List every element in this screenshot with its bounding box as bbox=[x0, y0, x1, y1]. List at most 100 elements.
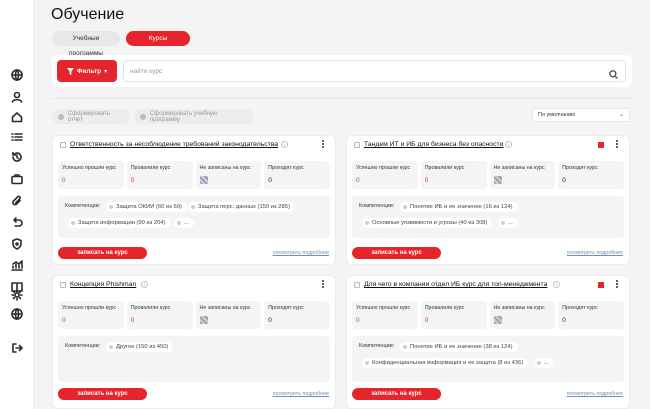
stat-passed: Успешно прошли курс 0 bbox=[352, 301, 418, 329]
details-link[interactable]: посмотреть подробнее bbox=[567, 250, 623, 256]
stat-label: Провалили курс bbox=[130, 305, 171, 311]
home-icon[interactable] bbox=[10, 110, 24, 124]
undo-icon[interactable] bbox=[10, 215, 24, 229]
globe-icon[interactable] bbox=[10, 68, 24, 82]
stat-in-progress: Проходят курс 0 bbox=[558, 301, 624, 329]
competency-chip-more[interactable]: ... bbox=[534, 358, 554, 368]
settings-icon[interactable] bbox=[10, 288, 24, 302]
competencies-label: Компетенции: bbox=[65, 203, 101, 209]
generate-program-button[interactable]: Сформировать учебную программу bbox=[134, 109, 254, 124]
competencies-box: Компетенции: Понятие ИБ и ее значение (1… bbox=[352, 196, 624, 238]
tab-programs[interactable]: Учебные программы bbox=[52, 31, 120, 57]
enroll-button[interactable]: записать на курс bbox=[352, 247, 441, 259]
sort-select[interactable]: По умолчанию ⌄ bbox=[532, 108, 630, 122]
stat-value: 0 bbox=[562, 317, 566, 324]
course-checkbox[interactable] bbox=[60, 142, 66, 148]
details-link[interactable]: посмотреть подробнее bbox=[273, 250, 329, 256]
stat-label: Успешно прошли курс bbox=[62, 165, 117, 171]
stat-failed: Провалили курс 0 bbox=[420, 161, 487, 189]
competency-chip-more[interactable]: ... bbox=[174, 218, 194, 228]
stat-label: Проходят курс bbox=[562, 305, 598, 311]
search-icon[interactable] bbox=[609, 66, 618, 79]
stat-value: 0 bbox=[562, 177, 566, 184]
stat-value: 0 bbox=[62, 317, 66, 324]
stat-label: Не записаны на курс bbox=[493, 305, 545, 311]
details-link[interactable]: посмотреть подробнее bbox=[273, 391, 329, 397]
enroll-button[interactable]: записать на курс bbox=[352, 388, 441, 400]
course-title[interactable]: Для чего в компании отдел ИБ курс для то… bbox=[364, 281, 547, 288]
user-icon[interactable] bbox=[10, 90, 24, 104]
info-icon[interactable]: i bbox=[553, 281, 560, 288]
more-menu-icon[interactable] bbox=[616, 140, 620, 149]
filter-button[interactable]: Фильтр ▾ bbox=[57, 60, 117, 82]
course-card-header: Для чего в компании отдел ИБ курс для то… bbox=[347, 276, 629, 295]
stat-passed: Успешно прошли курс 0 bbox=[352, 161, 418, 189]
main-content: Обучение Учебные программы Курсы Фильтр … bbox=[34, 0, 650, 409]
stat-label: Успешно прошли курс bbox=[356, 305, 411, 311]
globe2-icon[interactable] bbox=[10, 307, 24, 321]
stat-label: Не записаны на курс bbox=[493, 165, 545, 171]
history-icon[interactable] bbox=[10, 150, 24, 164]
competency-chip: Понятие ИБ и ее значение (38 из 124) bbox=[400, 342, 518, 352]
stat-in-progress: Проходят курс 0 bbox=[558, 161, 624, 189]
course-title[interactable]: Концепция Phishman bbox=[70, 281, 136, 288]
filter-button-label: Фильтр bbox=[76, 67, 102, 75]
enroll-button[interactable]: записать на курс bbox=[58, 247, 147, 259]
stat-label: Не записаны на курс bbox=[199, 305, 251, 311]
course-card: Концепция Phishman i Успешно прошли курс… bbox=[52, 275, 336, 409]
stat-not-enrolled: Не записаны на курс bbox=[195, 301, 262, 329]
course-card-header: Концепция Phishman i bbox=[53, 276, 335, 295]
more-menu-icon[interactable] bbox=[322, 280, 326, 289]
list-icon[interactable] bbox=[10, 130, 24, 144]
course-checkbox[interactable] bbox=[354, 282, 360, 288]
generate-program-label: Сформировать учебную программу bbox=[149, 110, 218, 123]
analytics-icon[interactable] bbox=[10, 258, 24, 272]
info-icon[interactable]: i bbox=[281, 141, 288, 148]
course-card-header: Ответственность за несоблюдение требован… bbox=[53, 136, 335, 155]
chevron-down-icon: ▾ bbox=[104, 68, 108, 75]
briefcase-icon[interactable] bbox=[10, 172, 24, 186]
course-card: Тандем ИТ и ИБ для бизнеса без опасности… bbox=[346, 135, 630, 265]
course-checkbox[interactable] bbox=[354, 142, 360, 148]
competency-chip: Другое (150 из 450) bbox=[106, 342, 174, 352]
stat-passed: Успешно прошли курс 0 bbox=[58, 161, 124, 189]
info-icon[interactable]: i bbox=[505, 141, 512, 148]
tab-courses[interactable]: Курсы bbox=[126, 31, 190, 46]
competency-chip-more[interactable]: ... bbox=[498, 218, 518, 228]
stat-label: Провалили курс bbox=[424, 165, 465, 171]
avatar bbox=[493, 316, 502, 324]
info-icon[interactable]: i bbox=[141, 281, 148, 288]
competencies-label: Компетенции: bbox=[65, 343, 101, 349]
search-box bbox=[123, 60, 626, 82]
course-title[interactable]: Ответственность за несоблюдение требован… bbox=[70, 141, 278, 148]
enroll-button[interactable]: записать на курс bbox=[58, 388, 147, 400]
stat-not-enrolled: Не записаны на курс bbox=[489, 161, 556, 189]
plus-icon bbox=[140, 113, 146, 120]
search-input[interactable] bbox=[130, 61, 600, 81]
competencies-box: Компетенции: Понятие ИБ и ее значение (3… bbox=[352, 336, 624, 382]
competency-chip: Понятие ИБ и ее значение (16 из 124) bbox=[400, 202, 518, 212]
more-menu-icon[interactable] bbox=[322, 140, 326, 149]
paperclip-icon[interactable] bbox=[10, 194, 24, 208]
details-link[interactable]: посмотреть подробнее bbox=[567, 391, 623, 397]
stat-in-progress: Проходят курс 0 bbox=[264, 161, 330, 189]
more-menu-icon[interactable] bbox=[616, 280, 620, 289]
stat-value: 0 bbox=[356, 177, 360, 184]
generate-report-button[interactable]: Сформировать отчет bbox=[52, 109, 130, 124]
stat-failed: Провалили курс 0 bbox=[420, 301, 487, 329]
avatar bbox=[493, 176, 502, 184]
stat-value: 0 bbox=[130, 177, 135, 184]
stat-label: Проходят курс bbox=[268, 305, 304, 311]
page-title: Обучение bbox=[51, 6, 125, 23]
course-checkbox[interactable] bbox=[60, 282, 66, 288]
funnel-icon bbox=[66, 67, 74, 75]
course-title[interactable]: Тандем ИТ и ИБ для бизнеса без опасности bbox=[364, 141, 503, 148]
stat-value: 0 bbox=[268, 177, 272, 184]
logout-icon[interactable] bbox=[10, 341, 24, 355]
grid-icon[interactable] bbox=[598, 142, 604, 148]
course-stats: Успешно прошли курс 0 Провалили курс 0 Не … bbox=[58, 161, 330, 189]
competency-chip: Основные уязвимости и угрозы (40 из 308) bbox=[362, 218, 493, 228]
shield-icon[interactable] bbox=[10, 237, 24, 251]
competencies-box: Компетенции: Защита ОКИИ (60 из 60) Защи… bbox=[58, 196, 330, 238]
grid-icon[interactable] bbox=[598, 282, 604, 288]
